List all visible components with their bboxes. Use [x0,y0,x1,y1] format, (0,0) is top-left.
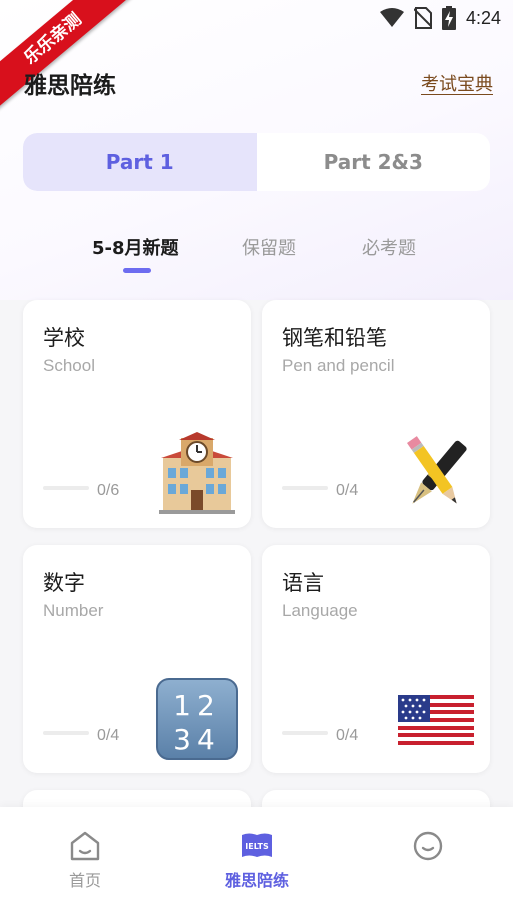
card-title: 语言 [282,571,324,595]
nav-item-profile[interactable] [368,829,488,867]
nav-item-ielts-practice[interactable]: IELTS 雅思陪练 [197,829,317,891]
ielts-book-icon: IELTS [242,833,272,857]
progress-text: 0/4 [97,727,120,744]
card-title: 数字 [43,571,85,595]
sub-tab-indicator [123,268,151,273]
wifi-icon [379,8,404,27]
card-subtitle: School [43,356,95,375]
us-flag-icon [398,695,474,745]
home-icon [70,831,100,861]
progress-bar [282,486,328,490]
topic-card-school[interactable]: 学校 School 0/6 [23,300,251,528]
pen-and-pencil-icon [406,436,467,504]
topic-card-pen-and-pencil[interactable]: 钢笔和铅笔 Pen and pencil 0/4 [262,300,490,528]
sub-tab-required-questions[interactable]: 必考题 [362,234,416,260]
nav-label: 雅思陪练 [224,871,289,890]
card-subtitle: Pen and pencil [282,356,395,375]
nav-item-home[interactable]: 首页 [25,829,145,891]
sub-tab-new-questions[interactable]: 5-8月新题 [92,234,179,260]
sub-tab-retained-questions[interactable]: 保留题 [242,234,296,260]
card-title: 学校 [43,326,85,350]
sub-tabs: 5-8月新题 保留题 必考题 [0,230,513,274]
numbers-1234-icon: 12 34 [156,678,238,760]
status-icons: 4:24 [379,6,501,30]
profile-face-icon [413,831,443,861]
progress-text: 0/4 [336,727,359,744]
card-title: 钢笔和铅笔 [282,326,387,350]
progress-text: 0/6 [97,482,120,499]
status-time: 4:24 [465,7,501,28]
no-sim-icon [413,7,432,29]
progress-bar [282,731,328,735]
tab-part-1[interactable]: Part 1 [23,133,257,191]
progress-bar [43,486,89,490]
ielts-icon-text: IELTS [245,842,269,851]
page-title: 雅思陪练 [24,73,116,99]
tab-part-2-3[interactable]: Part 2&3 [257,133,491,191]
card-subtitle: Language [282,601,358,620]
part-switch: Part 1 Part 2&3 [23,133,490,191]
progress-text: 0/4 [336,482,359,499]
exam-guide-link[interactable]: 考试宝典 [421,70,493,96]
topic-card-language[interactable]: 语言 Language 0/4 [262,545,490,773]
svg-text:34: 34 [173,723,221,756]
progress-bar [43,731,89,735]
card-subtitle: Number [43,601,104,620]
topic-card-number[interactable]: 数字 Number 0/4 12 34 [23,545,251,773]
battery-charging-icon [441,6,456,30]
svg-text:12: 12 [173,689,221,722]
bottom-nav: 首页 IELTS 雅思陪练 [0,807,513,912]
school-building-icon [159,432,235,514]
nav-label: 首页 [68,871,101,890]
